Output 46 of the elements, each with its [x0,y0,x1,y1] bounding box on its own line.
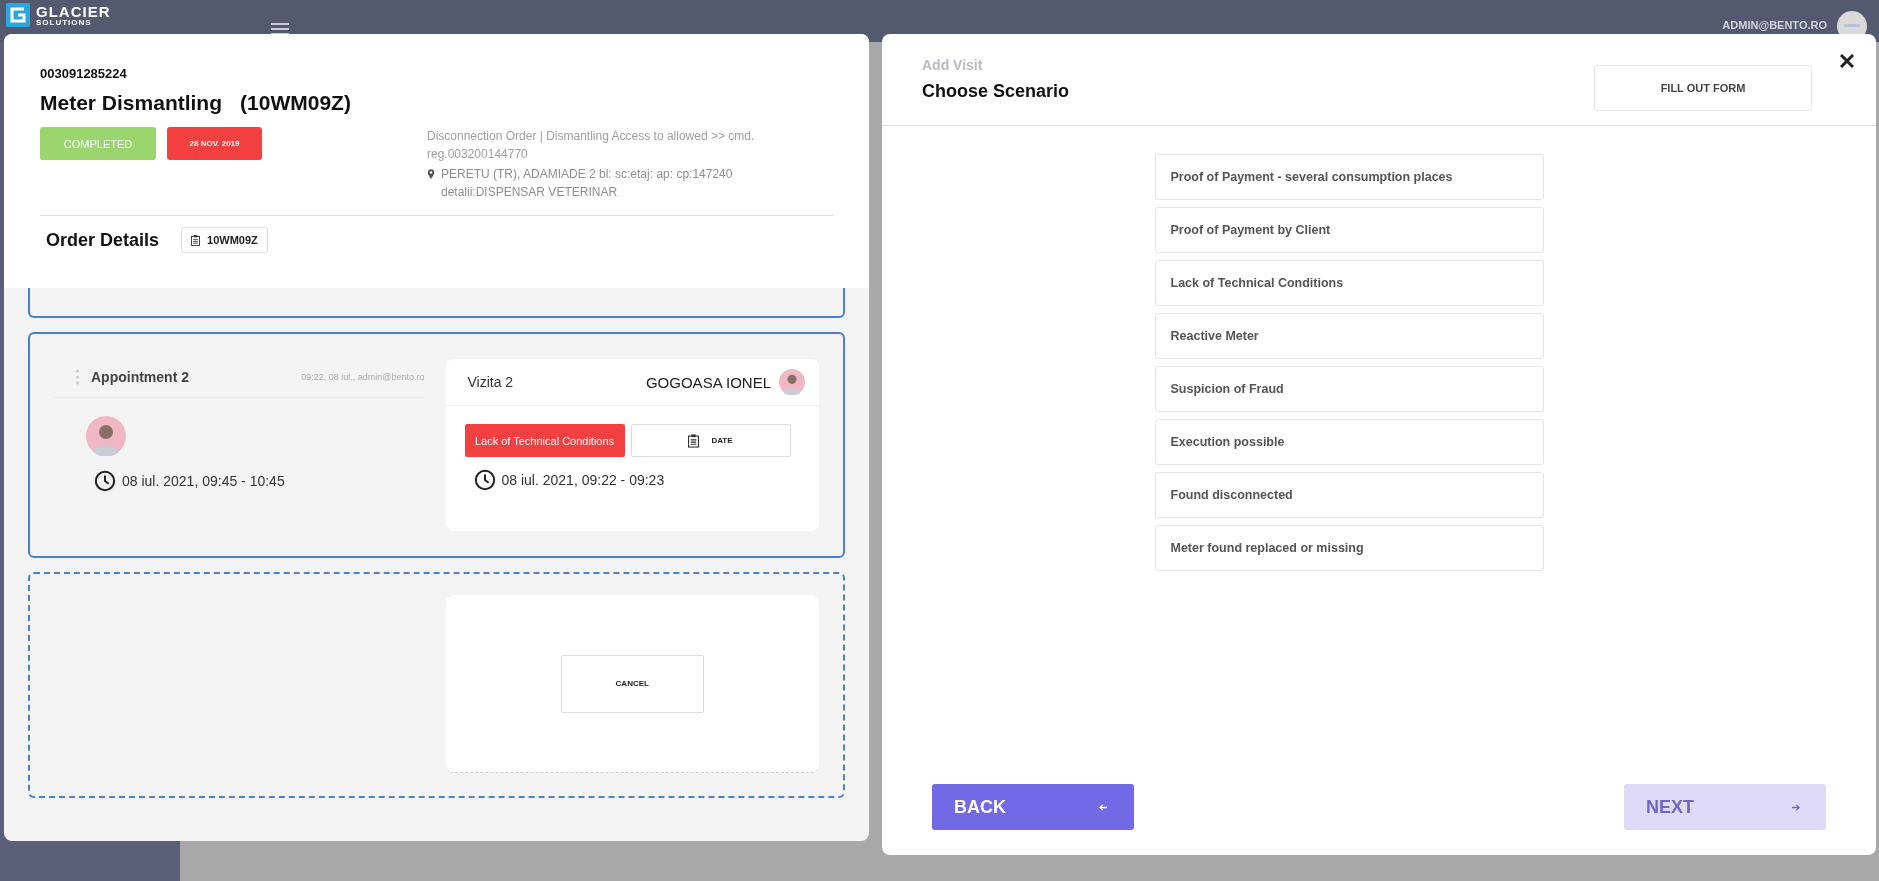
fill-out-form-button[interactable]: FILL OUT FORM [1594,64,1812,111]
close-icon[interactable] [1840,54,1854,68]
order-number: 003091285224 [40,66,128,81]
scenario-option[interactable]: Reactive Meter [1154,313,1544,359]
arrow-left-icon [1099,803,1108,811]
location-pin-icon [427,169,435,179]
drag-handle-icon[interactable] [76,369,79,385]
scenario-badge: Lack of Technical Conditions [464,424,625,457]
order-tag[interactable]: 10WM09Z [181,227,268,253]
appointment-time: 08 iul. 2021, 09:45 - 10:45 [122,473,285,489]
date-button[interactable]: DATE [630,424,791,457]
avatar [779,369,805,395]
status-badge: COMPLETED [40,127,156,160]
clock-icon [94,470,116,492]
arrow-right-icon [1791,803,1800,811]
visit-time: 08 iul. 2021, 09:22 - 09:23 [501,472,665,488]
order-title: Meter Dismantling [40,91,223,115]
scenario-option[interactable]: Proof of Payment by Client [1154,207,1544,253]
modal-title: Choose Scenario [922,81,1071,102]
appointment-meta: 09:22, 08 iul., admin@bento.ro [301,372,425,382]
visit-person: GOGOASA IONEL [645,373,771,391]
scenario-option[interactable]: Lack of Technical Conditions [1154,260,1544,306]
section-title: Order Details [45,229,160,251]
back-button[interactable]: BACK [932,784,1134,830]
date-badge: 28 NOV. 2019 [167,127,262,160]
scenario-option[interactable]: Suspicion of Fraud [1154,366,1544,412]
modal-subtitle: Add Visit [922,57,984,73]
logo-name: GLACIER [36,3,111,19]
scenario-option[interactable]: Proof of Payment - several consumption places [1154,154,1544,200]
scenario-option[interactable]: Execution possible [1154,419,1544,465]
visit-title: Vizita 2 [467,374,514,390]
clipboard-icon [688,433,700,448]
clock-icon [473,469,496,491]
logo-icon [6,3,30,27]
order-address: PERETU (TR), ADAMIADE 2 bl: sc:etaj: ap: cp:147240 detalii:DISPENSAR VETERINAR [441,166,734,201]
order-description: Disconnection Order | Dismantling Access to allowed >> cmd. reg.003200144770 [427,128,756,163]
order-code: (10WM09Z) [240,91,351,115]
appointment-title: Appointment 2 [91,369,189,385]
user-email[interactable]: ADMIN@BENTO.RO [1722,19,1827,31]
cancel-button[interactable]: CANCEL [560,654,704,713]
scenario-option[interactable]: Meter found replaced or missing [1154,525,1544,571]
clipboard-icon [191,234,201,246]
logo-tagline: SOLUTIONS [36,18,93,27]
avatar [86,416,126,456]
menu-icon[interactable] [270,23,289,35]
scenario-option[interactable]: Found disconnected [1154,472,1544,518]
